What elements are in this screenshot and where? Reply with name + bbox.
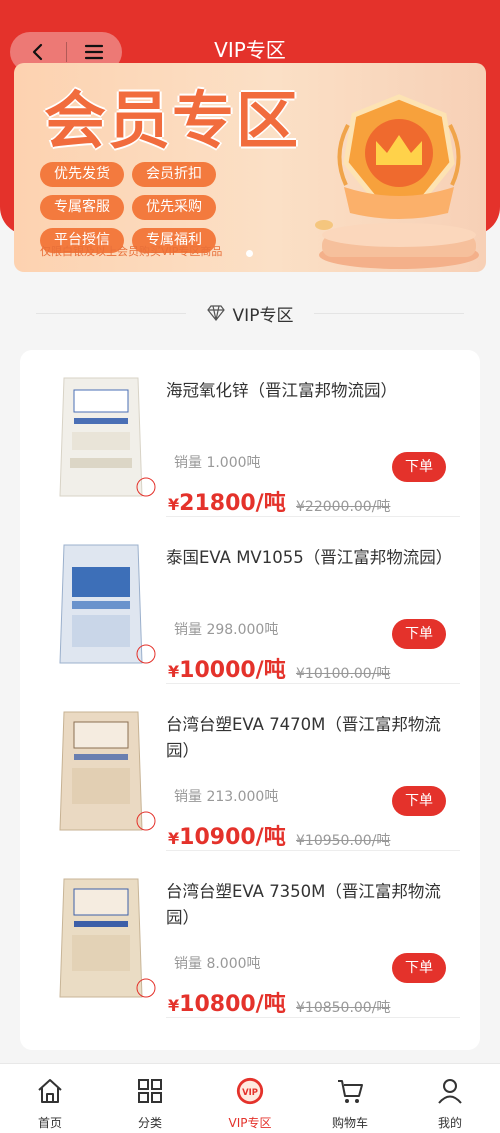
order-button[interactable]: 下单 xyxy=(392,953,446,983)
order-button[interactable]: 下单 xyxy=(392,786,446,816)
price-currency: ¥ xyxy=(168,829,180,848)
banner-note: 仅限白银及以上会员购买VIP专区商品 xyxy=(40,245,223,258)
product-image xyxy=(59,711,156,831)
section-line-right xyxy=(314,313,464,314)
svg-text:VIP: VIP xyxy=(242,1087,258,1097)
product-image xyxy=(59,544,156,664)
benefit-tags: 优先发货 会员折扣 专属客服 优先采购 平台授信 专属福利 xyxy=(40,162,300,253)
benefit-tag: 优先发货 xyxy=(40,162,124,187)
product-list-card: 海冠氧化锌（晋江富邦物流园） 销量 1.000吨 下单 ¥21800/吨 ¥22… xyxy=(20,350,480,1050)
section-line-left xyxy=(36,313,186,314)
price-value: 10000/吨 xyxy=(179,658,286,683)
tab-cart[interactable]: 购物车 xyxy=(300,1064,400,1133)
tab-label: VIP专区 xyxy=(228,1116,272,1130)
product-sales: 销量 298.000吨 xyxy=(174,622,279,638)
product-original-price: ¥10950.00/吨 xyxy=(296,833,391,849)
product-item[interactable]: 泰国EVA MV1055（晋江富邦物流园） 销量 298.000吨 下单 ¥10… xyxy=(20,517,480,684)
tab-label: 分类 xyxy=(137,1116,162,1130)
product-name[interactable]: 台湾台塑EVA 7350M（晋江富邦物流园） xyxy=(166,879,456,931)
cart-icon xyxy=(335,1076,365,1106)
carousel-dots xyxy=(246,250,253,257)
grid-icon xyxy=(135,1076,165,1106)
item-divider xyxy=(166,1017,460,1018)
back-icon xyxy=(32,43,42,61)
product-original-price: ¥10850.00/吨 xyxy=(296,1000,391,1016)
product-name[interactable]: 海冠氧化锌（晋江富邦物流园） xyxy=(166,378,456,404)
product-original-price: ¥10100.00/吨 xyxy=(296,666,391,682)
tab-label: 首页 xyxy=(37,1116,62,1130)
tab-label: 购物车 xyxy=(331,1116,368,1130)
carousel-dot[interactable] xyxy=(246,250,253,257)
product-item[interactable]: 海冠氧化锌（晋江富邦物流园） 销量 1.000吨 下单 ¥21800/吨 ¥22… xyxy=(20,350,480,517)
user-icon xyxy=(435,1076,465,1106)
vip-icon: VIP xyxy=(235,1076,265,1106)
home-icon xyxy=(35,1076,65,1106)
bottom-tab-bar: 首页 分类 VIP VIP专区 购物车 我的 xyxy=(0,1063,500,1133)
product-sales: 销量 8.000吨 xyxy=(174,956,261,972)
product-sales: 销量 1.000吨 xyxy=(174,455,261,471)
price-currency: ¥ xyxy=(168,662,180,681)
order-button[interactable]: 下单 xyxy=(392,619,446,649)
price-value: 21800/吨 xyxy=(179,491,286,516)
product-image xyxy=(59,878,156,998)
tab-home[interactable]: 首页 xyxy=(0,1064,100,1133)
section-title: VIP专区 xyxy=(196,300,304,326)
benefit-tag: 会员折扣 xyxy=(132,162,216,187)
price-value: 10800/吨 xyxy=(179,992,286,1017)
price-currency: ¥ xyxy=(168,495,180,514)
menu-icon xyxy=(85,44,104,60)
product-image xyxy=(59,377,156,497)
page-title: VIP专区 xyxy=(214,38,286,62)
tab-vip[interactable]: VIP VIP专区 xyxy=(200,1064,300,1133)
tab-profile[interactable]: 我的 xyxy=(400,1064,500,1133)
banner-title: 会员专区 xyxy=(44,84,301,157)
product-name[interactable]: 台湾台塑EVA 7470M（晋江富邦物流园） xyxy=(166,712,456,764)
diamond-icon xyxy=(206,305,225,321)
order-button[interactable]: 下单 xyxy=(392,452,446,482)
section-title-text: VIP专区 xyxy=(232,305,294,326)
product-name[interactable]: 泰国EVA MV1055（晋江富邦物流园） xyxy=(166,545,456,571)
product-sales: 销量 213.000吨 xyxy=(174,789,279,805)
product-original-price: ¥22000.00/吨 xyxy=(296,499,391,515)
product-item[interactable]: 台湾台塑EVA 7350M（晋江富邦物流园） 销量 8.000吨 下单 ¥108… xyxy=(20,851,480,1018)
price-value: 10900/吨 xyxy=(179,825,286,850)
vip-banner[interactable]: 会员专区 优先发货 会员折扣 专属客服 优先采购 平台授信 专属福利 仅限白银及… xyxy=(14,63,486,272)
tab-label: 我的 xyxy=(437,1116,462,1130)
product-item[interactable]: 台湾台塑EVA 7470M（晋江富邦物流园） 销量 213.000吨 下单 ¥1… xyxy=(20,684,480,851)
section-header: VIP专区 xyxy=(0,296,500,330)
price-currency: ¥ xyxy=(168,996,180,1015)
vip-crown-badge-icon xyxy=(315,94,479,269)
benefit-tag: 专属客服 xyxy=(40,195,124,220)
benefit-tag: 优先采购 xyxy=(132,195,216,220)
tab-category[interactable]: 分类 xyxy=(100,1064,200,1133)
